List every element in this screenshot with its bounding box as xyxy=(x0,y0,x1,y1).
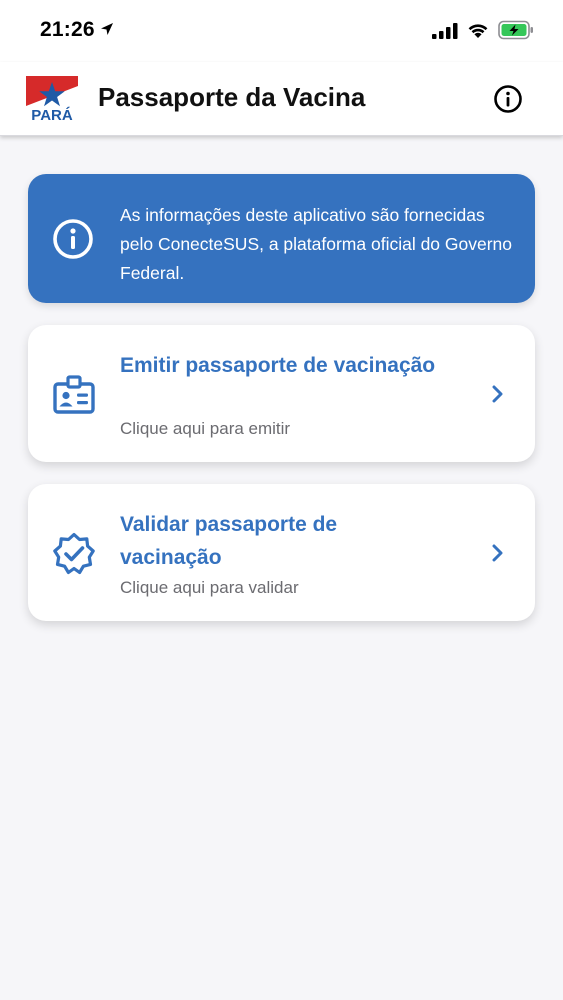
card-title: Emitir passaporte de vacinação xyxy=(120,354,436,377)
logo-text: PARÁ xyxy=(31,107,73,122)
cellular-signal-icon xyxy=(432,23,458,39)
card-subtitle: Clique aqui para emitir xyxy=(120,419,291,438)
validate-passport-card[interactable]: Validar passaporte de vacinação Clique a… xyxy=(28,484,535,621)
info-icon xyxy=(53,219,93,259)
para-logo-icon: PARÁ xyxy=(26,76,78,122)
status-bar: 21:26 xyxy=(0,0,563,62)
chevron-right-icon xyxy=(492,544,503,562)
info-banner: As informações deste aplicativo são forn… xyxy=(28,174,535,303)
emit-passport-card[interactable]: Emitir passaporte de vacinação Clique aq… xyxy=(28,325,535,462)
info-icon[interactable] xyxy=(493,84,523,114)
card-title: Validar passaporte de vacinação xyxy=(120,513,338,569)
id-badge-icon xyxy=(53,375,95,414)
banner-text: As informações deste aplicativo são forn… xyxy=(120,205,513,283)
page-title: Passaporte da Vacina xyxy=(98,82,366,112)
verified-badge-icon xyxy=(53,532,95,575)
location-arrow-icon xyxy=(101,23,113,35)
status-time: 21:26 xyxy=(40,18,95,41)
app-header: PARÁ Passaporte da Vacina xyxy=(0,62,563,136)
card-subtitle: Clique aqui para validar xyxy=(120,578,299,597)
chevron-right-icon xyxy=(492,385,503,403)
wifi-icon xyxy=(468,24,488,38)
battery-charging-icon xyxy=(498,20,533,40)
